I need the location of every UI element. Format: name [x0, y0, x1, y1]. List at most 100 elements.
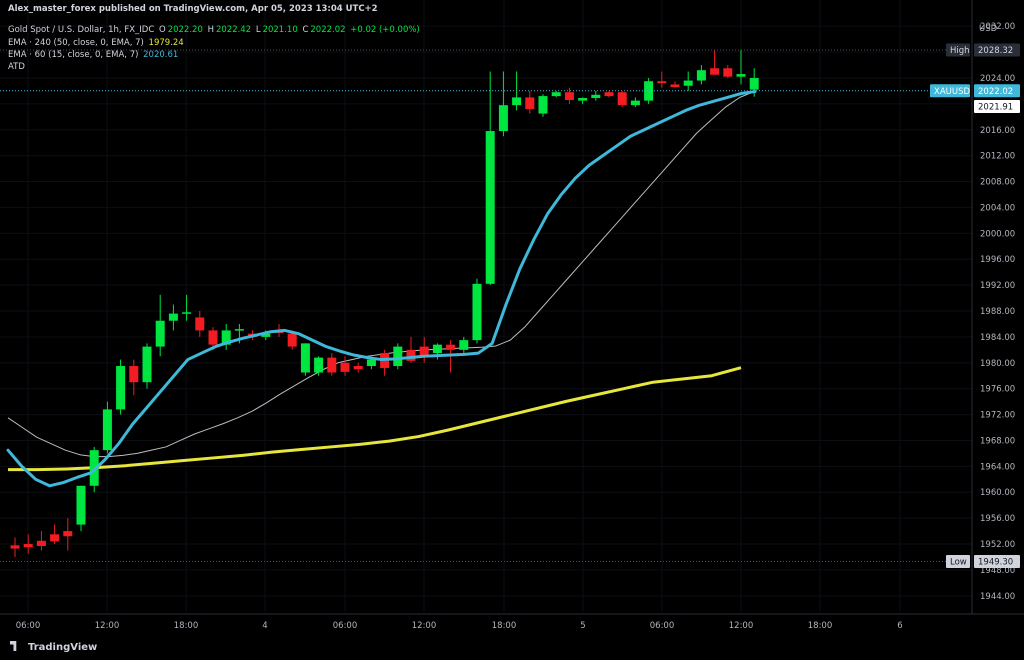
candle-body	[142, 346, 152, 383]
x-tick-label: 5	[580, 621, 585, 631]
y-tick-label: 2000.00	[980, 229, 1015, 239]
candle-body	[36, 540, 46, 546]
low-label: L	[255, 25, 261, 35]
candle-body	[287, 333, 297, 347]
y-tick-label: 1968.00	[980, 436, 1015, 446]
candle-body	[366, 359, 376, 367]
ohlc-legend: Gold Spot / U.S. Dollar, 1h, FX_IDC O 202…	[8, 25, 422, 35]
candle-body	[10, 545, 20, 549]
candle-body	[300, 343, 310, 373]
low-tag-value: 1949.30	[978, 558, 1013, 568]
high-value: 2022.42	[215, 25, 252, 35]
y-tick-label: 1976.00	[980, 385, 1015, 395]
y-tick-label: 2004.00	[980, 203, 1015, 213]
candle-body	[155, 320, 165, 347]
candle-body	[591, 94, 601, 99]
candle-body	[234, 329, 244, 331]
ema-tag: 2021.91	[978, 102, 1013, 112]
candle-body	[327, 357, 337, 373]
ema60-value: 2020.61	[143, 50, 179, 60]
x-tick-label: 12:00	[95, 621, 120, 631]
x-tick-label: 6	[897, 621, 902, 631]
x-tick-label: 4	[262, 621, 267, 631]
candle-body	[696, 70, 706, 81]
price-chart[interactable]: 2032.002028.002024.002020.002016.002012.…	[0, 0, 1024, 660]
y-tick-label: 1960.00	[980, 488, 1015, 498]
atd-label: ATD	[8, 62, 25, 72]
ema240-label: EMA · 240 (50, close, 0, EMA, 7)	[8, 38, 144, 48]
x-tick-label: 12:00	[729, 621, 754, 631]
x-tick-label: 12:00	[412, 621, 437, 631]
candle-body	[657, 81, 667, 84]
y-tick-label: 2024.00	[980, 74, 1015, 84]
y-tick-label: 1992.00	[980, 281, 1015, 291]
candle-body	[446, 344, 456, 350]
ema240-value: 1979.24	[148, 38, 184, 48]
candle-body	[195, 317, 205, 331]
candle-body	[485, 131, 495, 284]
candle-body	[617, 92, 627, 106]
low-tag-label: Low	[950, 558, 967, 568]
candle-body	[182, 312, 192, 314]
y-tick-label: 2012.00	[980, 152, 1015, 162]
ema60-legend[interactable]: EMA · 60 (15, close, 0, EMA, 7) 2020.61	[8, 50, 180, 60]
candle-body	[76, 485, 86, 525]
candle-body	[723, 68, 733, 77]
candle-body	[498, 105, 508, 132]
y-tick-label: 1956.00	[980, 514, 1015, 524]
y-tick-label: 1972.00	[980, 411, 1015, 421]
candle-body	[564, 92, 574, 100]
candle-body	[578, 98, 588, 101]
symbol-name[interactable]: Gold Spot / U.S. Dollar, 1h, FX_IDC	[8, 25, 154, 35]
candle-body	[525, 97, 535, 110]
x-tick-label: 18:00	[174, 621, 199, 631]
y-tick-label: 2016.00	[980, 126, 1015, 136]
candle-body	[630, 100, 640, 106]
candle-body	[393, 346, 403, 367]
tradingview-logo-text: TradingView	[28, 642, 98, 653]
candle-body	[472, 283, 482, 341]
close-label: C	[302, 25, 309, 35]
y-tick-label: 1996.00	[980, 255, 1015, 265]
last-price-tag: 2022.02	[978, 87, 1013, 97]
symbol-tag: XAUUSD	[934, 87, 970, 97]
x-tick-label: 06:00	[650, 621, 675, 631]
candle-body	[710, 68, 720, 75]
candle-body	[208, 330, 218, 345]
high-tag-value: 2028.32	[978, 46, 1013, 56]
candle-body	[670, 84, 680, 88]
candle-body	[683, 80, 693, 86]
x-tick-label: 18:00	[492, 621, 517, 631]
high-label: H	[207, 25, 214, 35]
candle-body	[512, 97, 522, 106]
candle-body	[23, 544, 33, 548]
close-value: 2022.02	[310, 25, 346, 35]
candle-body	[340, 362, 350, 372]
candle-body	[168, 313, 178, 321]
tradingview-logo[interactable]: TradingView	[10, 641, 97, 653]
y-tick-label: 1952.00	[980, 540, 1015, 550]
currency-label: USD	[979, 24, 998, 34]
candle-body	[432, 344, 442, 354]
candle-body	[50, 534, 60, 542]
candle-body	[129, 366, 139, 383]
y-tick-label: 1980.00	[980, 359, 1015, 369]
candle-body	[353, 366, 363, 370]
candle-body	[551, 92, 561, 97]
candle-body	[314, 357, 324, 373]
atd-legend[interactable]: ATD	[8, 62, 27, 72]
y-tick-label: 1944.00	[980, 592, 1015, 602]
candle-body	[749, 77, 759, 90]
x-tick-label: 06:00	[333, 621, 358, 631]
change-value: +0.02 (+0.00%)	[350, 25, 420, 35]
ema60-label: EMA · 60 (15, close, 0, EMA, 7)	[8, 50, 139, 60]
y-tick-label: 2008.00	[980, 178, 1015, 188]
open-value: 2022.20	[167, 25, 203, 35]
x-tick-label: 06:00	[16, 621, 41, 631]
ema240-legend[interactable]: EMA · 240 (50, close, 0, EMA, 7) 1979.24	[8, 38, 186, 48]
candle-body	[63, 531, 73, 537]
y-tick-label: 1988.00	[980, 307, 1015, 317]
y-tick-label: 1964.00	[980, 462, 1015, 472]
x-tick-label: 18:00	[808, 621, 833, 631]
y-tick-label: 1984.00	[980, 333, 1015, 343]
